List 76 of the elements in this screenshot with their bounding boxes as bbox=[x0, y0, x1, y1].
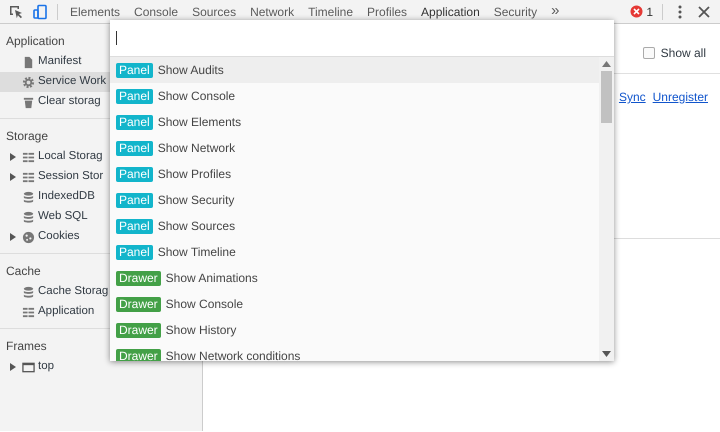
close-icon[interactable] bbox=[698, 6, 710, 18]
scroll-up-icon[interactable] bbox=[602, 61, 611, 67]
category-tag: Panel bbox=[116, 140, 153, 156]
command-item[interactable]: Panel Show Profiles bbox=[110, 161, 599, 187]
section-title: Storage bbox=[6, 128, 48, 145]
category-tag: Panel bbox=[116, 166, 153, 182]
panel-tab[interactable]: Security bbox=[486, 0, 544, 24]
command-item[interactable]: Drawer Show Console bbox=[110, 291, 599, 317]
scrollbar[interactable] bbox=[599, 57, 614, 361]
show-all-checkbox[interactable] bbox=[642, 46, 655, 58]
scroll-down-icon[interactable] bbox=[602, 351, 611, 357]
category-tag: Panel bbox=[116, 192, 153, 208]
command-label: Show Profiles bbox=[158, 166, 232, 183]
database-icon bbox=[22, 190, 35, 204]
expand-arrow-icon[interactable] bbox=[8, 362, 18, 372]
command-item[interactable]: Panel Show Timeline bbox=[110, 239, 599, 265]
command-label: Show Elements bbox=[158, 114, 242, 131]
category-tag: Panel bbox=[116, 244, 153, 260]
command-item[interactable]: Panel Show Network bbox=[110, 135, 599, 161]
link[interactable]: Unregister bbox=[652, 88, 708, 238]
scrollbar-thumb[interactable] bbox=[601, 71, 612, 123]
section-title: Frames bbox=[6, 338, 47, 355]
database-icon bbox=[22, 210, 35, 224]
device-icon[interactable] bbox=[32, 4, 48, 20]
section-title: Application bbox=[6, 33, 65, 50]
category-tag: Panel bbox=[116, 218, 153, 234]
category-tag: Panel bbox=[116, 88, 153, 104]
command-label: Show Sources bbox=[158, 218, 236, 235]
file-icon bbox=[22, 56, 35, 68]
command-label: Show Animations bbox=[166, 270, 258, 287]
command-item[interactable]: Drawer Show Animations bbox=[110, 265, 599, 291]
category-tag: Drawer bbox=[116, 270, 161, 286]
section-title: Cache bbox=[6, 263, 41, 280]
command-item[interactable]: Panel Show Audits bbox=[110, 57, 599, 83]
panel-tab[interactable]: Console bbox=[127, 0, 186, 24]
database-icon bbox=[22, 286, 35, 298]
category-tag: Drawer bbox=[116, 322, 161, 338]
command-label: Show Timeline bbox=[158, 244, 236, 261]
grid-icon bbox=[22, 306, 35, 318]
error-icon bbox=[630, 5, 644, 18]
frame-icon bbox=[22, 360, 35, 374]
expand-arrow-icon[interactable] bbox=[8, 232, 18, 242]
command-label: Show History bbox=[166, 322, 236, 339]
cookie-icon bbox=[22, 230, 35, 244]
more-tabs-button[interactable]: » bbox=[544, 0, 566, 24]
trash-icon bbox=[22, 96, 35, 108]
panel-tab[interactable]: Profiles bbox=[360, 0, 414, 24]
panel-tab[interactable]: Application bbox=[414, 0, 487, 24]
category-tag: Drawer bbox=[116, 348, 161, 361]
panel-tab[interactable]: Elements bbox=[63, 0, 128, 24]
grid-icon bbox=[22, 150, 35, 164]
command-label: Show Security bbox=[158, 192, 234, 209]
link[interactable]: Sync bbox=[618, 88, 646, 238]
category-tag: Drawer bbox=[116, 296, 161, 312]
command-label: Show Console bbox=[166, 296, 244, 313]
panel-tab[interactable]: Network bbox=[243, 0, 302, 24]
panel-tab[interactable]: Timeline bbox=[301, 0, 360, 24]
show-all-label: Show all bbox=[660, 44, 706, 62]
command-item[interactable]: Panel Show Security bbox=[110, 187, 599, 213]
cursor-icon[interactable] bbox=[8, 4, 24, 20]
gear-icon bbox=[22, 76, 35, 88]
category-tag: Panel bbox=[116, 114, 153, 130]
command-item[interactable]: Panel Show Sources bbox=[110, 213, 599, 239]
command-item[interactable]: Drawer Show History bbox=[110, 317, 599, 343]
command-item[interactable]: Drawer Show Network conditions bbox=[110, 343, 599, 361]
command-label: Show Network bbox=[158, 140, 236, 157]
error-count[interactable]: 1 bbox=[646, 2, 653, 20]
expand-arrow-icon[interactable] bbox=[8, 172, 18, 182]
panel-tab[interactable]: Sources bbox=[185, 0, 244, 24]
expand-arrow-icon[interactable] bbox=[8, 152, 18, 162]
menu-icon[interactable] bbox=[678, 4, 682, 18]
category-tag: Panel bbox=[116, 62, 153, 78]
command-label: Show Network conditions bbox=[166, 348, 300, 361]
command-item[interactable]: Panel Show Elements bbox=[110, 109, 599, 135]
grid-icon bbox=[22, 170, 35, 184]
command-input[interactable] bbox=[110, 20, 614, 57]
